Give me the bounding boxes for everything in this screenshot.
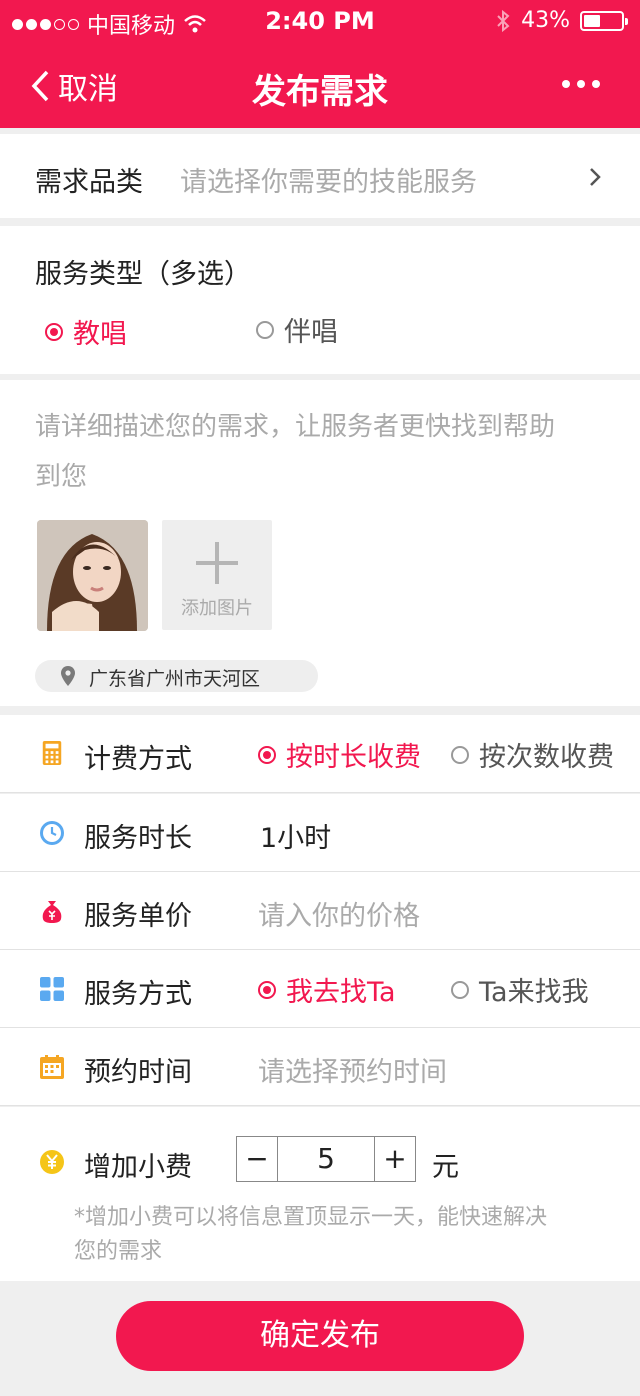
category-placeholder: 请选择你需要的技能服务 [180,167,477,198]
service-type-section: 服务类型（多选） 教唱 伴唱 [0,226,640,374]
add-photo-button[interactable]: 添加图片 [162,520,272,630]
back-button[interactable]: 取消 [30,64,118,108]
bluetooth-icon [497,9,510,32]
header: 中国移动 2:40 PM 43% 取消 发布需求 [0,0,640,128]
service-mode-row: 服务方式 我去找Ta Ta来找我 [0,950,640,1028]
option-label: 伴唱 [284,317,338,348]
appointment-row[interactable]: 预约时间 请选择预约时间 [0,1028,640,1106]
option-label: 我去找Ta [286,977,396,1008]
money-bag-icon [42,901,62,923]
category-row[interactable]: 需求品类 请选择你需要的技能服务 [0,134,640,218]
option-label: 按时长收费 [286,742,421,773]
duration-row[interactable]: 服务时长 1小时 [0,794,640,872]
description-placeholder: 请详细描述您的需求，让服务者更快找到帮助 [35,412,556,442]
yen-coin-icon [40,1150,64,1174]
decrement-button[interactable]: − [237,1137,277,1181]
increment-button[interactable]: + [375,1137,415,1181]
add-photo-label: 添加图片 [181,598,253,619]
submit-button[interactable]: 确定发布 [116,1301,524,1371]
nav-bar: 取消 发布需求 [0,44,640,128]
mode-option-i-go[interactable]: 我去找Ta [258,970,396,1009]
service-mode-label: 服务方式 [84,979,192,1010]
back-label: 取消 [58,72,118,107]
service-type-option-jiaochang[interactable]: 教唱 [45,312,127,351]
more-icon[interactable] [562,80,600,88]
chevron-left-icon [31,70,49,102]
clock-icon [40,821,64,845]
service-type-label: 服务类型（多选） [35,259,251,290]
radio-selected-icon [45,322,63,341]
location-tag[interactable]: 广东省广州市天河区 [35,660,318,692]
description-placeholder-cont: 到您 [35,462,88,492]
description-input[interactable]: 请详细描述您的需求，让服务者更快找到帮助 到您 [35,402,555,502]
billing-option-by-duration[interactable]: 按时长收费 [258,735,421,774]
location-text: 广东省广州市天河区 [89,668,261,690]
price-input[interactable]: 请入你的价格 [258,894,420,933]
grid-icon [40,977,64,1001]
tip-note: *增加小费可以将信息置顶显示一天，能快速解决 您的需求 [74,1201,547,1269]
radio-icon [451,980,469,999]
plus-icon [196,542,238,584]
tip-label: 增加小费 [84,1152,192,1183]
option-label: 教唱 [73,319,127,350]
chevron-right-icon [590,168,601,186]
appointment-label: 预约时间 [84,1057,192,1088]
tip-note-line: *增加小费可以将信息置顶显示一天，能快速解决 [74,1205,548,1230]
portrait-image [37,520,148,631]
tip-unit: 元 [432,1152,459,1183]
price-label: 服务单价 [84,901,192,932]
radio-icon [256,320,274,339]
billing-option-by-count[interactable]: 按次数收费 [451,735,614,774]
radio-icon [451,745,469,764]
tip-note-line: 您的需求 [74,1239,163,1264]
radio-selected-icon [258,745,276,764]
tip-stepper: − 5 + [236,1136,416,1182]
duration-value: 1小时 [260,823,332,854]
mode-option-ta-comes[interactable]: Ta来找我 [451,970,589,1009]
category-label: 需求品类 [35,167,143,198]
tip-section: 增加小费 元 *增加小费可以将信息置顶显示一天，能快速解决 您的需求 [0,1107,640,1281]
tip-amount-input[interactable]: 5 [277,1137,375,1181]
battery-icon [580,10,628,31]
appointment-input[interactable]: 请选择预约时间 [258,1050,447,1089]
billing-label: 计费方式 [84,744,192,775]
radio-selected-icon [258,980,276,999]
service-type-option-banchang[interactable]: 伴唱 [256,310,338,349]
duration-label: 服务时长 [84,823,192,854]
battery-percent: 43% [521,8,570,33]
calculator-icon [42,741,62,765]
status-bar: 中国移动 2:40 PM 43% [0,0,640,44]
photo-thumbnail[interactable] [37,520,148,631]
option-label: 按次数收费 [479,742,614,773]
price-row[interactable]: 服务单价 请入你的价格 [0,872,640,950]
billing-row: 计费方式 按时长收费 按次数收费 [0,715,640,793]
option-label: Ta来找我 [479,977,589,1008]
location-pin-icon [61,666,75,686]
calendar-icon [40,1055,64,1079]
description-section: 请详细描述您的需求，让服务者更快找到帮助 到您 添加图片 广东省广州市天河区 [0,380,640,706]
